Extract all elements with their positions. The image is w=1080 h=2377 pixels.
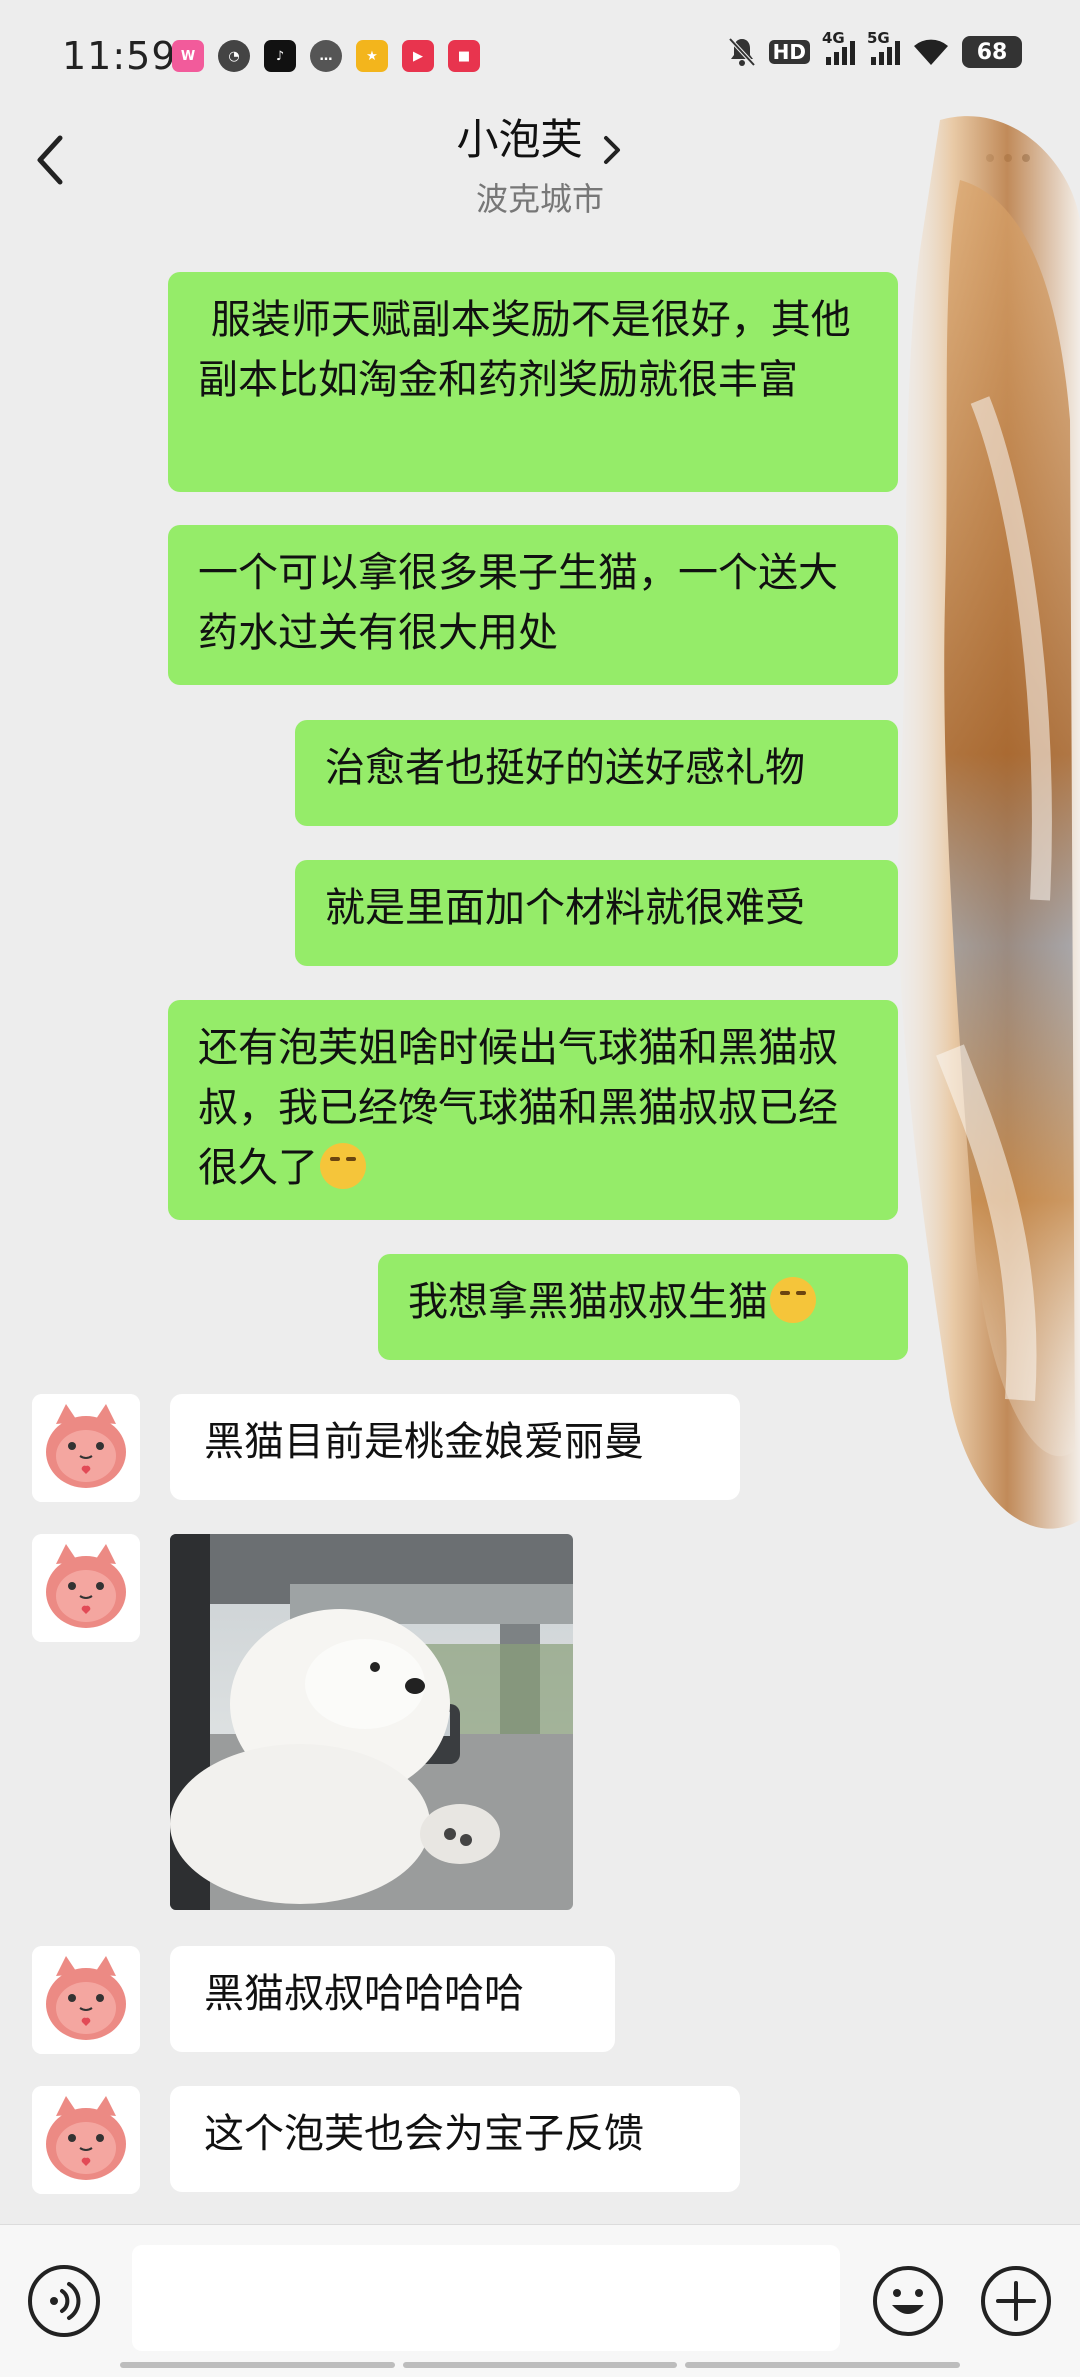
network-5g-label: 5G [867,29,890,47]
speedometer-icon: ◔ [218,40,250,72]
incoming-message[interactable]: 黑猫目前是桃金娘爱丽曼 [170,1394,740,1500]
avatar[interactable] [32,1534,140,1642]
puppy-photo [170,1534,573,1910]
cat-avatar-icon [32,1534,140,1642]
home-indicator[interactable] [120,2362,961,2368]
avatar[interactable] [32,1946,140,2054]
incoming-message[interactable]: 黑猫叔叔哈哈哈哈 [170,1946,615,2052]
input-bar [0,2224,1080,2377]
avatar[interactable] [32,1394,140,1502]
chat-bubble-icon: … [310,40,342,72]
outgoing-message[interactable]: 就是里面加个材料就很难受 [295,860,898,966]
emoji-button[interactable] [870,2263,946,2339]
message-text: 我想拿黑猫叔叔生猫 [408,1279,768,1325]
home-indicator-segment [120,2362,395,2368]
chat-title[interactable]: 小泡芙 [456,110,582,170]
weibo-icon: W [172,40,204,72]
cat-avatar-icon [32,2086,140,2194]
home-indicator-segment [402,2362,678,2368]
brush-stroke-overlay [898,116,1080,1529]
wifi-icon [914,39,948,65]
status-app-icons: W ◔ ♪ … ★ ▶ ■ [172,40,480,72]
video-app-icon: ▶ [402,40,434,72]
cat-avatar-icon [32,1946,140,2054]
network-4g-label: 4G [822,29,845,47]
battery-indicator: 68 [962,36,1022,68]
more-actions-button[interactable] [978,2263,1054,2339]
outgoing-message[interactable]: 一个可以拿很多果子生猫，一个送大药水过关有很大用处 [168,525,898,685]
voice-icon [50,2282,81,2320]
outgoing-message[interactable]: 我想拿黑猫叔叔生猫 [378,1254,908,1360]
signal-5g-icon: 5G [867,29,900,65]
chat-header: 小泡芙 波克城市 [0,110,1080,230]
cat-avatar-icon [32,1394,140,1502]
thinking-emoji-icon [320,1143,366,1189]
avatar[interactable] [32,2086,140,2194]
signal-4g-icon: 4G [822,29,855,65]
outgoing-message[interactable]: 治愈者也挺好的送好感礼物 [295,720,898,826]
dot-icon [986,154,994,162]
image-message[interactable] [170,1534,573,1910]
incoming-message[interactable]: 这个泡芙也会为宝子反馈 [170,2086,740,2192]
outgoing-message[interactable]: 服装师天赋副本奖励不是很好，其他副本比如淘金和药剂奖励就很丰富 [168,272,898,492]
mute-bell-icon [728,37,756,67]
dot-icon [1022,154,1030,162]
shop-app-icon: ■ [448,40,480,72]
home-indicator-segment [685,2362,961,2368]
message-text: 还有泡芙姐啥时候出气球猫和黑猫叔叔，我已经馋气球猫和黑猫叔叔已经很久了 [198,1025,838,1191]
tiktok-icon: ♪ [264,40,296,72]
message-input[interactable] [132,2245,840,2351]
outgoing-message[interactable]: 还有泡芙姐啥时候出气球猫和黑猫叔叔，我已经馋气球猫和黑猫叔叔已经很久了 [168,1000,898,1220]
chat-screen: 11:59 W ◔ ♪ … ★ ▶ ■ HD 4G 5G 68 小泡芙 波克城市… [0,0,1080,2377]
thinking-emoji-icon [770,1277,816,1323]
plus-icon [981,2266,1051,2336]
smiley-icon [873,2266,943,2336]
status-time: 11:59 [62,34,177,78]
status-indicators: HD 4G 5G 68 [727,29,1022,68]
chat-subtitle: 波克城市 [475,180,604,218]
dot-icon [1004,154,1012,162]
chevron-right-icon [603,135,620,164]
hd-badge: HD [768,40,810,64]
food-app-icon: ★ [356,40,388,72]
more-options-button[interactable] [986,154,1030,162]
chat-title-group[interactable]: 小泡芙 波克城市 [0,110,1080,220]
status-bar: 11:59 W ◔ ♪ … ★ ▶ ■ HD 4G 5G 68 [0,0,1080,110]
voice-input-button[interactable] [28,2265,100,2337]
